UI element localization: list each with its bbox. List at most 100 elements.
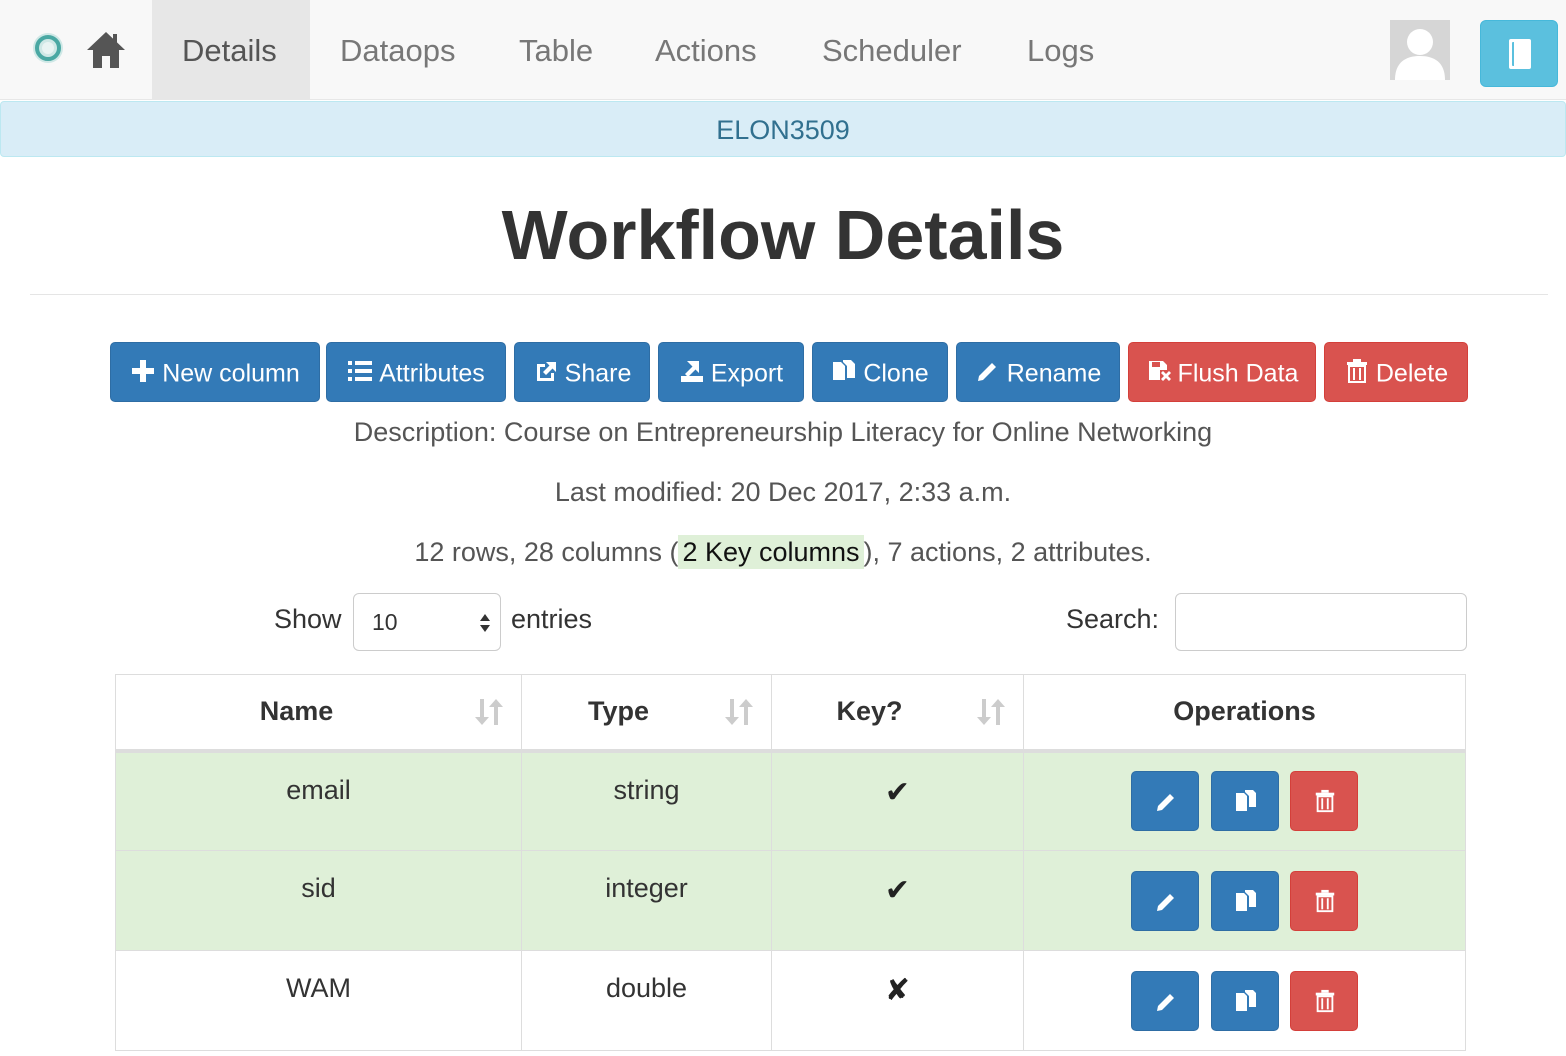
column-type: string <box>613 774 680 805</box>
nav-tab-details[interactable]: Details <box>152 0 310 100</box>
trash-icon <box>1315 989 1335 1012</box>
flush-icon <box>1148 361 1171 382</box>
share-icon <box>536 362 556 382</box>
cell-operations <box>1023 850 1466 951</box>
edit-column-button[interactable] <box>1130 870 1199 931</box>
pencil-icon <box>1156 993 1174 1011</box>
flush-data-label: Flush Data <box>1177 359 1299 388</box>
key-columns-highlight: 2 Key columns <box>678 535 864 569</box>
column-header-key[interactable]: Key? <box>771 674 1024 753</box>
page-length-value: 10 <box>372 609 398 635</box>
clone-column-button[interactable] <box>1210 870 1279 931</box>
cell-key: ✘ <box>771 950 1024 1051</box>
column-header-label: Operations <box>1173 696 1316 727</box>
column-type: integer <box>605 873 688 903</box>
delete-column-button[interactable] <box>1290 970 1359 1031</box>
last-modified: Last modified: 20 Dec 2017, 2:33 a.m. <box>554 477 1012 507</box>
cell-name: email <box>115 750 522 851</box>
workflow-name-banner: ELON3509 <box>0 101 1566 157</box>
cell-name: sid <box>115 850 522 951</box>
top-navbar: Details Dataops Table Actions Scheduler … <box>0 0 1566 100</box>
divider <box>30 294 1548 295</box>
clone-button[interactable]: Clone <box>812 342 948 402</box>
counts-suffix: ), 7 actions, 2 attributes. <box>863 537 1152 567</box>
trash-icon <box>1315 889 1335 912</box>
nav-tab-logs[interactable]: Logs <box>997 0 1124 100</box>
column-header-name[interactable]: Name <box>115 674 522 753</box>
table-row: WAM double ✘ <box>115 950 1466 1051</box>
column-name: email <box>286 774 351 805</box>
delete-column-button[interactable] <box>1290 870 1359 931</box>
show-label: Show <box>274 604 342 634</box>
clone-label: Clone <box>863 359 929 388</box>
pencil-icon <box>1156 794 1174 812</box>
delete-button[interactable]: Delete <box>1324 342 1468 402</box>
export-label: Export <box>710 359 784 388</box>
cell-key: ✔ <box>771 850 1024 951</box>
edit-column-button[interactable] <box>1130 970 1199 1031</box>
nav-tab-actions[interactable]: Actions <box>625 0 787 100</box>
avatar-icon <box>1390 20 1450 80</box>
export-button[interactable]: Export <box>658 342 804 402</box>
rename-button[interactable]: Rename <box>956 342 1120 402</box>
key-mark: ✔ <box>884 874 911 907</box>
column-header-operations: Operations <box>1023 674 1466 753</box>
share-button[interactable]: Share <box>514 342 650 402</box>
help-button[interactable] <box>1480 20 1558 87</box>
workflow-description: Description: Course on Entrepreneurship … <box>353 417 1213 447</box>
attributes-label: Attributes <box>379 359 485 388</box>
sort-icon <box>475 699 503 725</box>
column-name: sid <box>301 873 336 903</box>
nav-tab-dataops[interactable]: Dataops <box>310 0 485 100</box>
counts-prefix: 12 rows, 28 columns ( <box>414 537 679 567</box>
cell-type: string <box>521 750 772 851</box>
column-header-type[interactable]: Type <box>521 674 772 753</box>
clone-icon <box>833 360 856 381</box>
share-label: Share <box>564 359 632 388</box>
avatar[interactable] <box>1390 20 1450 80</box>
flush-data-button[interactable]: Flush Data <box>1128 342 1316 402</box>
table-body: email string ✔ sid integer ✔ WAM double … <box>115 750 1466 1051</box>
columns-table: Name Type Key? Operations email string ✔ <box>115 674 1466 1051</box>
select-arrows-icon <box>480 614 490 632</box>
clone-icon <box>1235 790 1256 812</box>
clone-column-button[interactable] <box>1210 771 1279 832</box>
nav-tab-table[interactable]: Table <box>489 0 623 100</box>
sort-icon <box>725 699 753 725</box>
cell-operations <box>1023 750 1466 851</box>
edit-column-button[interactable] <box>1130 771 1199 832</box>
plus-icon <box>132 360 155 383</box>
table-row: email string ✔ <box>115 750 1466 851</box>
home-icon[interactable] <box>84 28 128 72</box>
trash-icon <box>1315 790 1335 813</box>
clone-icon <box>1235 889 1256 911</box>
cell-name: WAM <box>115 950 522 1051</box>
column-name: WAM <box>286 973 351 1003</box>
nav-tab-scheduler[interactable]: Scheduler <box>792 0 992 100</box>
search-input[interactable] <box>1175 593 1467 651</box>
rename-label: Rename <box>1006 359 1102 388</box>
list-icon <box>348 361 373 382</box>
trash-icon <box>1346 359 1367 384</box>
key-mark: ✘ <box>884 974 911 1007</box>
clone-icon <box>1235 989 1256 1011</box>
export-icon <box>680 361 703 383</box>
attributes-button[interactable]: Attributes <box>326 342 506 402</box>
book-icon <box>1509 39 1531 69</box>
key-mark: ✔ <box>884 775 911 809</box>
delete-column-button[interactable] <box>1290 771 1359 832</box>
workflow-counts: 12 rows, 28 columns (2 Key columns), 7 a… <box>0 535 1566 569</box>
table-header-row: Name Type Key? Operations <box>115 674 1466 753</box>
entries-label: entries <box>511 604 593 634</box>
column-header-label: Key? <box>836 696 903 727</box>
search-label: Search: <box>1066 604 1160 634</box>
new-column-button[interactable]: New column <box>110 342 320 402</box>
cell-type: integer <box>521 850 772 951</box>
table-row: sid integer ✔ <box>115 850 1466 951</box>
column-header-label: Type <box>587 696 649 727</box>
clone-column-button[interactable] <box>1210 970 1279 1031</box>
logo-icon[interactable] <box>30 30 66 66</box>
page-length-select[interactable]: 10 <box>353 593 501 651</box>
page-title: Workflow Details <box>501 196 1065 274</box>
delete-label: Delete <box>1375 359 1449 388</box>
